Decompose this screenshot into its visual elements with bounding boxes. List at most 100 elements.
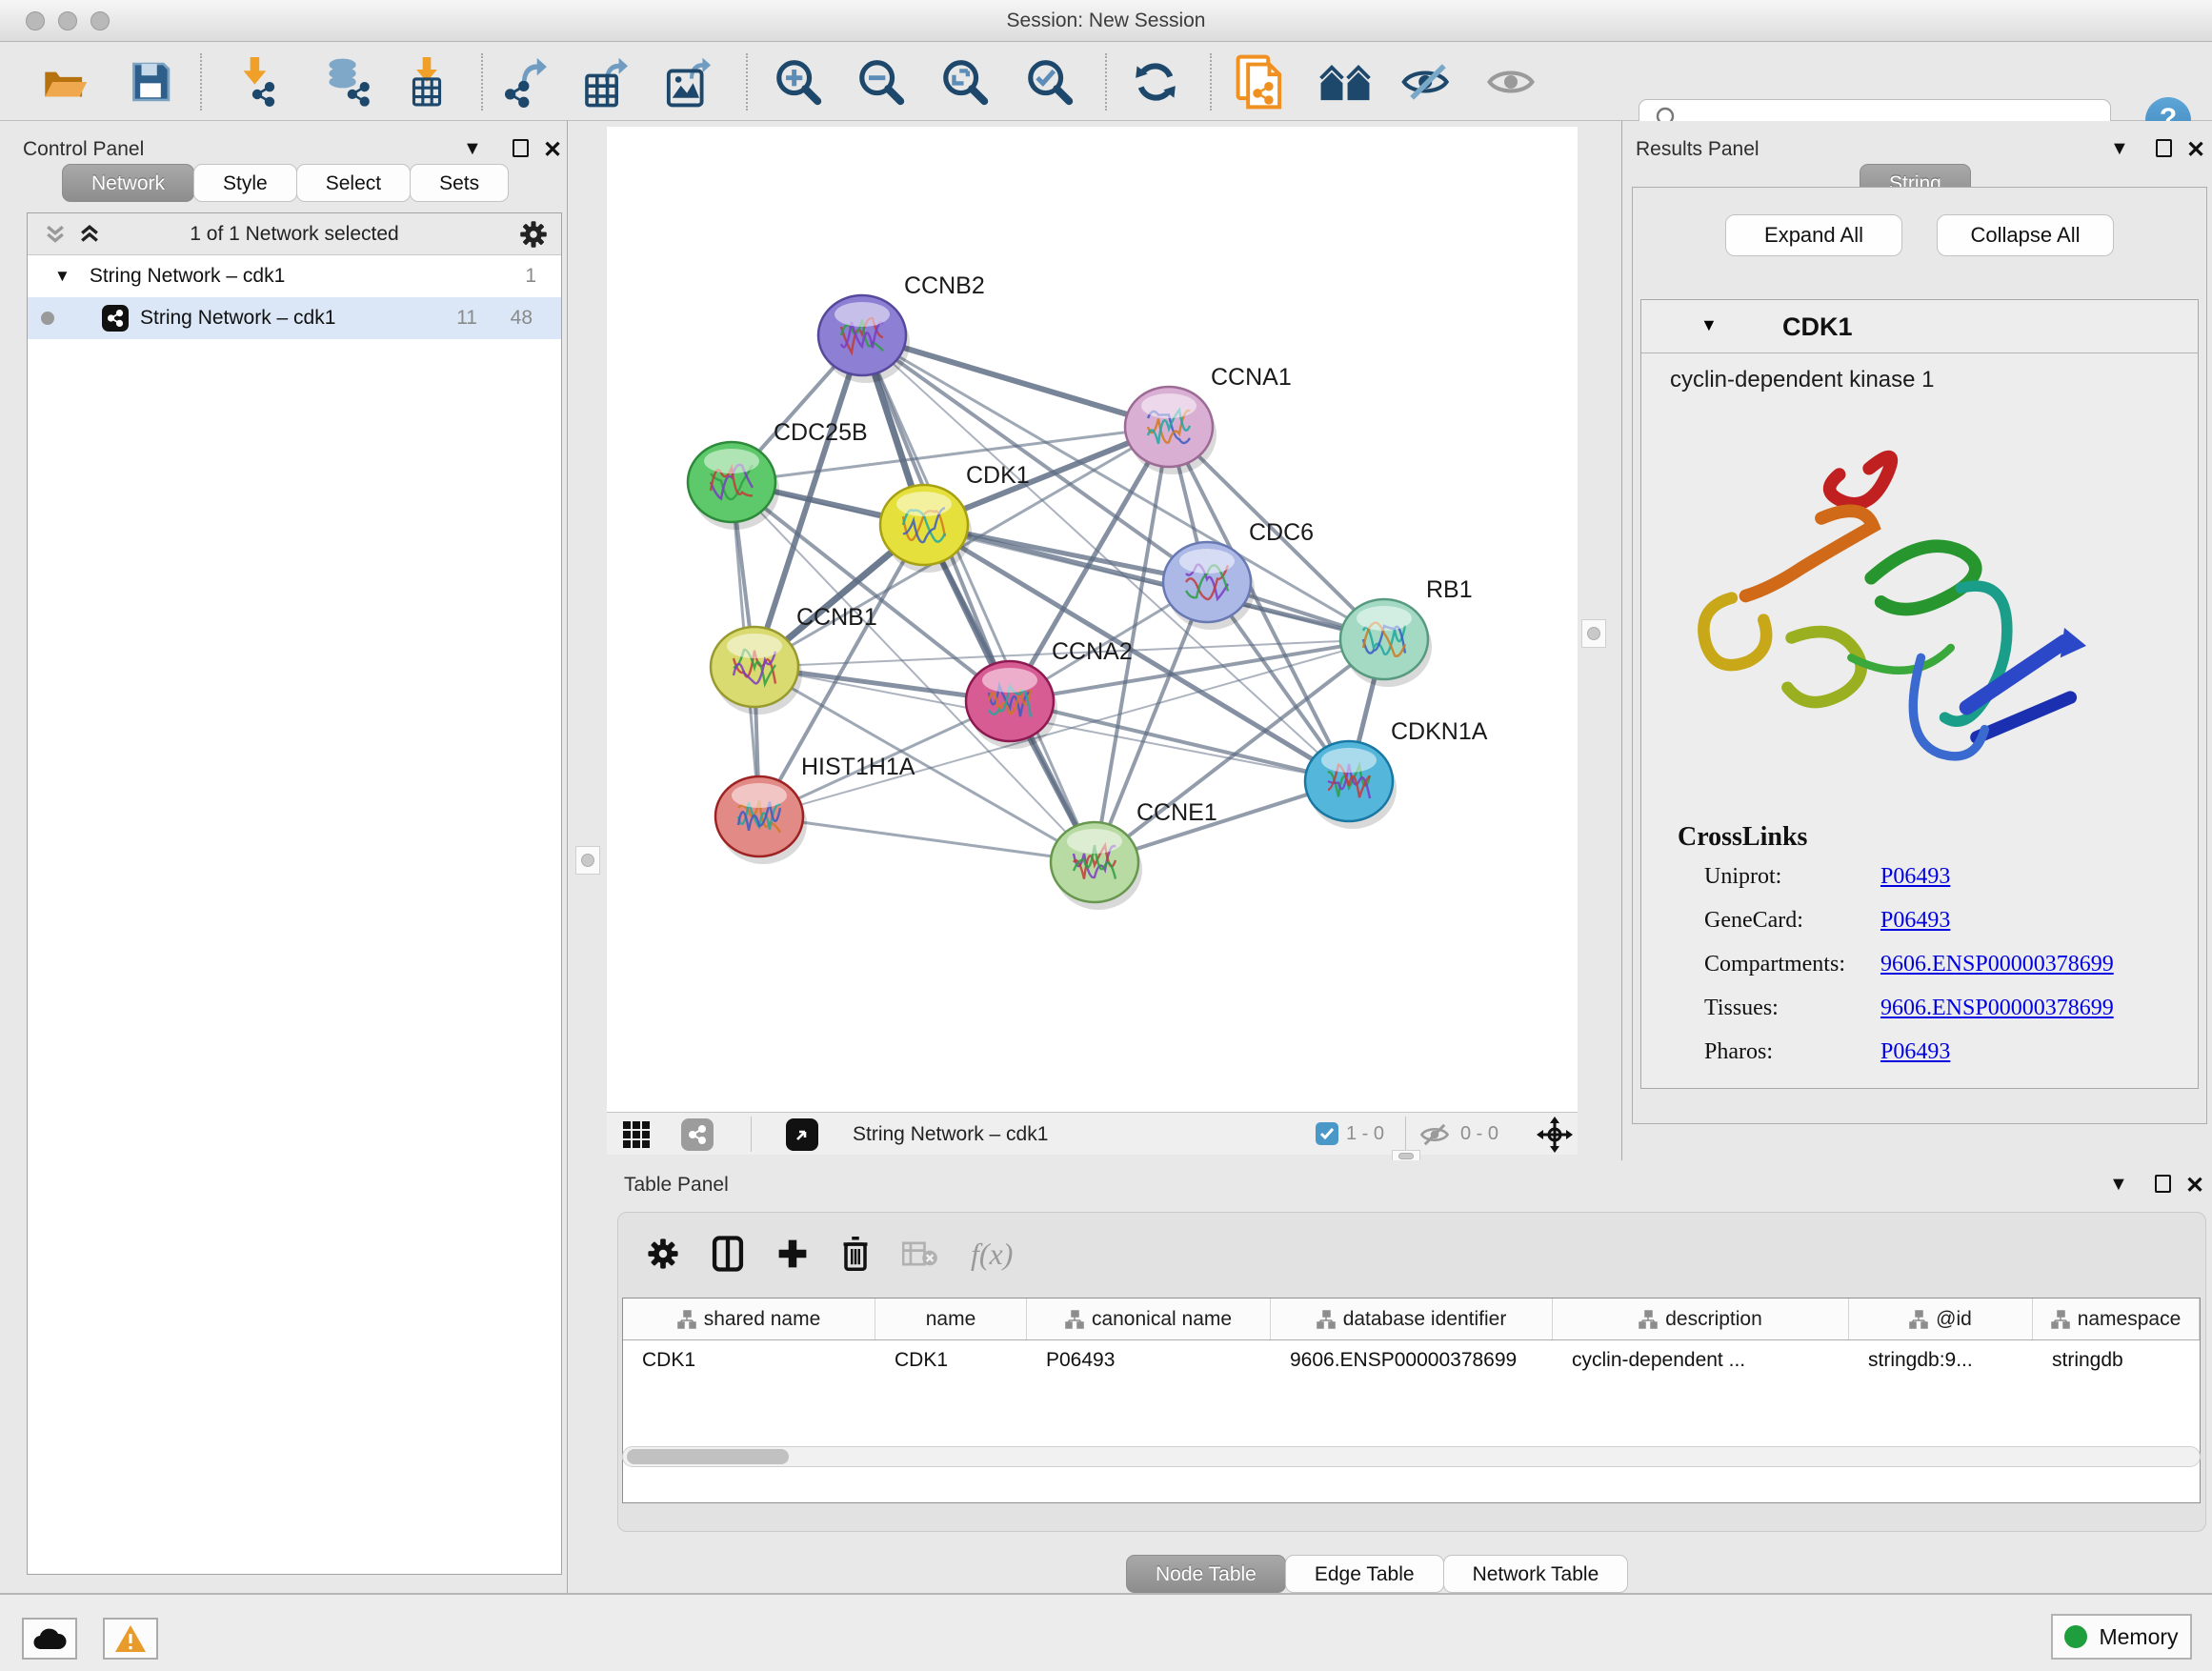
panel-float-icon[interactable]: [2155, 1175, 2171, 1193]
tab-network[interactable]: Network: [62, 164, 194, 202]
network-row[interactable]: String Network – cdk1 11 48: [28, 297, 561, 339]
table-cell[interactable]: CDK1: [623, 1340, 875, 1380]
import-table-from-file-button[interactable]: [400, 55, 453, 109]
node-CCNA1[interactable]: [1125, 387, 1217, 474]
expand-all-button[interactable]: Expand All: [1725, 214, 1902, 256]
titlebar: Session: New Session: [0, 0, 2212, 42]
panel-close-icon[interactable]: ✕: [2185, 1172, 2204, 1199]
table-cell[interactable]: CDK1: [875, 1340, 1027, 1380]
panel-close-icon[interactable]: ✕: [2186, 136, 2205, 164]
open-session-button[interactable]: [38, 55, 91, 109]
table-row[interactable]: CDK1CDK1P064939606.ENSP00000378699cyclin…: [623, 1340, 2200, 1380]
network-options-gear-icon[interactable]: [519, 220, 548, 249]
table-cell[interactable]: cyclin-dependent ...: [1553, 1340, 1849, 1380]
column-header-@id[interactable]: @id: [1849, 1299, 2033, 1339]
import-network-from-database-button[interactable]: [322, 55, 375, 109]
delete-column-icon[interactable]: [841, 1236, 870, 1272]
panel-menu-icon[interactable]: ▼: [2110, 138, 2129, 160]
collection-expander-icon[interactable]: ▼: [54, 267, 70, 286]
refresh-view-button[interactable]: [1129, 55, 1182, 109]
fit-content-button[interactable]: [938, 55, 992, 109]
edge-CCNB2-CCNE1[interactable]: [862, 335, 1095, 862]
column-header-database-identifier[interactable]: database identifier: [1271, 1299, 1553, 1339]
export-network-button[interactable]: [500, 55, 553, 109]
cloud-button[interactable]: [22, 1618, 77, 1660]
node-CDC25B[interactable]: [688, 442, 779, 530]
export-image-button[interactable]: [664, 55, 717, 109]
function-builder-icon[interactable]: f(x): [971, 1237, 1013, 1272]
crosslink-link[interactable]: 9606.ENSP00000378699: [1880, 952, 2114, 996]
table-cell[interactable]: 9606.ENSP00000378699: [1271, 1340, 1553, 1380]
export-table-button[interactable]: [581, 55, 634, 109]
show-all-button[interactable]: [1484, 55, 1538, 109]
node-CDK1[interactable]: [880, 485, 972, 573]
node-CCNB1[interactable]: [711, 627, 802, 715]
table-cell[interactable]: stringdb: [2033, 1340, 2200, 1380]
create-column-icon[interactable]: [776, 1238, 809, 1270]
collection-row[interactable]: ▼ String Network – cdk1 1: [28, 255, 561, 297]
node-CCNA2[interactable]: [966, 661, 1057, 749]
collection-name: String Network – cdk1: [90, 265, 285, 288]
table-cell[interactable]: stringdb:9...: [1849, 1340, 2033, 1380]
node-CDKN1A[interactable]: [1305, 741, 1397, 829]
delete-table-icon[interactable]: [902, 1239, 938, 1268]
column-header-name[interactable]: name: [875, 1299, 1027, 1339]
edge-CCNA2-CDKN1A[interactable]: [1010, 701, 1349, 781]
first-neighbors-button[interactable]: [1318, 55, 1372, 109]
zoom-in-button[interactable]: [772, 55, 825, 109]
scrollbar-thumb[interactable]: [627, 1449, 789, 1464]
import-network-from-file-button[interactable]: [231, 55, 284, 109]
table-horizontal-scrollbar[interactable]: [622, 1446, 2201, 1467]
column-header-canonical-name[interactable]: canonical name: [1027, 1299, 1271, 1339]
panel-menu-icon[interactable]: ▼: [463, 138, 482, 160]
memory-button[interactable]: Memory: [2051, 1614, 2192, 1660]
node-CDC6[interactable]: [1163, 542, 1255, 630]
zoom-selected-button[interactable]: [1023, 55, 1076, 109]
node-RB1[interactable]: [1340, 599, 1432, 687]
crosslink-link[interactable]: P06493: [1880, 1039, 1950, 1083]
warnings-button[interactable]: [103, 1618, 158, 1660]
protein-header[interactable]: ▼ CDK1: [1641, 300, 2198, 353]
string-protein-query-button[interactable]: [1233, 55, 1286, 109]
birds-eye-view-icon[interactable]: [1537, 1117, 1573, 1153]
table-cell[interactable]: P06493: [1027, 1340, 1271, 1380]
left-splitter-handle[interactable]: [575, 846, 600, 875]
panel-close-icon[interactable]: ✕: [543, 136, 562, 164]
panel-float-icon[interactable]: [2156, 139, 2172, 157]
view-network-icon[interactable]: [681, 1118, 714, 1151]
tab-sets[interactable]: Sets: [410, 164, 509, 202]
protein-expander-icon[interactable]: ▼: [1700, 315, 1718, 335]
right-splitter-handle[interactable]: [1581, 619, 1606, 648]
column-header-shared-name[interactable]: shared name: [623, 1299, 875, 1339]
crosslink-link[interactable]: P06493: [1880, 864, 1950, 908]
edge-HIST1H1A-CCNE1[interactable]: [759, 816, 1095, 862]
panel-menu-icon[interactable]: ▼: [2109, 1174, 2128, 1196]
crosslink-link[interactable]: P06493: [1880, 908, 1950, 952]
table-options-gear-icon[interactable]: [647, 1238, 679, 1270]
hide-selected-button[interactable]: [1401, 55, 1455, 109]
crosslinks-heading: CrossLinks: [1678, 822, 1807, 853]
crosslink-link[interactable]: 9606.ENSP00000378699: [1880, 996, 2114, 1039]
tab-style[interactable]: Style: [193, 164, 297, 202]
tab-select[interactable]: Select: [296, 164, 411, 202]
crosslink-label: GeneCard:: [1704, 908, 1880, 952]
column-header-namespace[interactable]: namespace: [2033, 1299, 2200, 1339]
view-grid-icon[interactable]: [622, 1120, 651, 1149]
zoom-out-button[interactable]: [855, 55, 908, 109]
selected-nodes-checkbox[interactable]: [1316, 1122, 1338, 1145]
node-HIST1H1A[interactable]: [715, 776, 807, 864]
save-session-button[interactable]: [124, 55, 177, 109]
network-canvas[interactable]: CCNB2CCNA1CDC25BCDK1CDC6RB1CCNB1CCNA2CDK…: [607, 127, 1578, 1112]
detach-view-icon[interactable]: [786, 1118, 818, 1151]
tab-network-table[interactable]: Network Table: [1443, 1555, 1629, 1593]
collapse-all-button[interactable]: Collapse All: [1937, 214, 2114, 256]
show-columns-icon[interactable]: [712, 1236, 744, 1272]
tab-node-table[interactable]: Node Table: [1126, 1555, 1286, 1593]
column-header-description[interactable]: description: [1553, 1299, 1849, 1339]
control-panel-title: Control Panel: [23, 138, 144, 161]
tab-edge-table[interactable]: Edge Table: [1285, 1555, 1444, 1593]
node-label-CDK1: CDK1: [966, 462, 1030, 489]
node-CCNE1[interactable]: [1051, 822, 1142, 910]
node-label-CCNE1: CCNE1: [1136, 799, 1217, 826]
panel-float-icon[interactable]: [513, 139, 529, 157]
